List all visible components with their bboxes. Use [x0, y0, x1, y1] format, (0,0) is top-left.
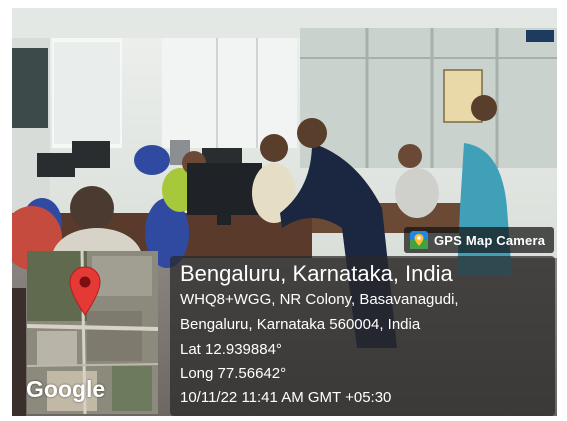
gps-map-camera-badge: GPS Map Camera — [404, 227, 554, 253]
address-line-2: Bengaluru, Karnataka 560004, India — [180, 316, 421, 333]
latitude-text: Lat 12.939884° — [180, 341, 282, 358]
timestamp-text: 10/11/22 11:41 AM GMT +05:30 — [180, 389, 392, 406]
google-logo: Google — [26, 376, 106, 402]
photo-frame: GPS Map Camera Google Bengaluru, Karnata… — [12, 8, 557, 416]
badge-label: GPS Map Camera — [434, 232, 546, 248]
location-title: Bengaluru, Karnataka, India — [180, 261, 453, 286]
map-marker-icon — [69, 266, 101, 316]
map-pin-app-icon — [410, 231, 428, 249]
longitude-text: Long 77.56642° — [180, 365, 287, 382]
address-line-1: WHQ8+WGG, NR Colony, Basavanagudi, — [180, 291, 459, 308]
